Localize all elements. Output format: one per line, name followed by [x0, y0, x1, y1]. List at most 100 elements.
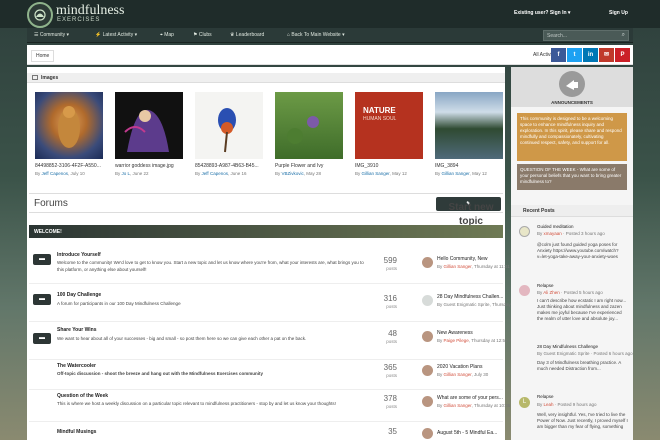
last-post-title[interactable]: August 5th - 5 Mindful Ea... — [437, 430, 497, 436]
image-caption[interactable]: IMG_3894 — [435, 163, 513, 169]
forum-row[interactable]: The Watercooler Off-topic discussion - s… — [29, 360, 503, 390]
forum-title[interactable]: Introduce Yourself — [57, 252, 101, 258]
gallery-image-6[interactable] — [435, 92, 503, 159]
post-count-label: posts — [386, 404, 397, 409]
buddha-statue-icon — [58, 106, 80, 148]
start-new-topic-button[interactable]: ✎ Start new topic — [436, 197, 501, 227]
avatar[interactable] — [519, 226, 530, 237]
gallery-image-4[interactable] — [275, 92, 343, 159]
forums-title: Forums — [34, 198, 68, 209]
image-caption[interactable]: IMG_3910 — [355, 163, 433, 169]
image-author[interactable]: Jeff Capenos — [42, 171, 68, 176]
image-caption[interactable]: Purple Flower and Ivy — [275, 163, 353, 169]
last-post-title[interactable]: New Awareness — [437, 330, 473, 336]
last-post-author[interactable]: Guest Enigmatic Sprite — [444, 302, 490, 307]
forum-row[interactable]: Question of the Week This is where we ho… — [29, 390, 518, 422]
nav-back-to-main[interactable]: ⌂ Back To Main Website ▾ — [287, 32, 345, 38]
twitter-icon[interactable]: t — [567, 48, 582, 62]
last-post-meta: By Gillian Sanger, July 30 — [437, 372, 489, 377]
avatar[interactable] — [519, 285, 530, 296]
post-count-label: posts — [386, 304, 397, 309]
main-nav: ☰ Community ▾ ⚡ Latest Activity ▾ ⌖ Map … — [27, 28, 633, 43]
announcement-question-of-week[interactable]: QUESTION OF THE WEEK - What are some of … — [517, 164, 627, 190]
recent-post-title[interactable]: Relapse — [537, 283, 554, 288]
forum-category-welcome[interactable]: WELCOME! — [29, 225, 503, 238]
avatar[interactable] — [422, 257, 433, 268]
forum-row[interactable]: Mindful Musings 35 August 5th - 5 Mindfu… — [29, 422, 503, 440]
nav-clubs[interactable]: ⚑ Clubs — [193, 32, 212, 38]
avatar[interactable] — [422, 428, 433, 439]
recent-post-excerpt: @colm just found guided yoga poses for A… — [537, 242, 619, 259]
last-post-author[interactable]: Gillian Sanger — [444, 264, 472, 269]
forum-title[interactable]: Share Your Wins — [57, 327, 97, 333]
last-post-author[interactable]: Gillian Sanger — [444, 403, 472, 408]
last-post-title[interactable]: 28 Day Mindfulness Challen... — [437, 294, 503, 300]
forum-title[interactable]: The Watercooler — [57, 363, 96, 369]
announcement-community[interactable]: This community is designed to be a welco… — [517, 113, 627, 161]
forum-title[interactable]: Question of the Week — [57, 393, 108, 399]
last-post-date: , Thursday at 12:51 AM — [468, 338, 516, 343]
logo[interactable] — [27, 2, 53, 28]
image-caption[interactable]: 84498852-3106-4F2F-A550... — [35, 163, 113, 169]
gallery-image-5[interactable]: NATURE HUMAN SOUL — [355, 92, 423, 159]
image-author[interactable]: Gillian Sanger — [362, 171, 390, 176]
image-caption[interactable]: 85428893-A987-4B63-B45... — [195, 163, 273, 169]
image-author[interactable]: Jeff Capenos — [202, 171, 228, 176]
forum-description: A forum for participants in our 100 Day … — [57, 301, 181, 306]
recent-post-author[interactable]: Ali Zhen — [543, 290, 560, 295]
last-post-title[interactable]: What are some of your pers... — [437, 395, 503, 401]
last-post-meta: By Gillian Sanger, Thursday at 11:31 AM — [437, 264, 518, 269]
recent-post-title[interactable]: Guided meditation — [537, 224, 574, 229]
avatar[interactable] — [422, 365, 433, 376]
image-caption[interactable]: warrior goddess image.jpg — [115, 163, 193, 169]
gallery-image-1[interactable] — [35, 92, 103, 159]
recent-post-author[interactable]: Guest Enigmatic Sprite — [544, 351, 590, 356]
pinterest-icon[interactable]: P — [615, 48, 630, 62]
forum-row[interactable]: ▬ Share Your Wins We want to hear about … — [29, 322, 515, 360]
nav-latest-activity[interactable]: ⚡ Latest Activity ▾ — [95, 32, 137, 38]
nav-leaderboard[interactable]: ♛ Leaderboard — [230, 32, 264, 38]
image-icon — [32, 75, 38, 80]
avatar[interactable] — [422, 331, 433, 342]
avatar[interactable] — [422, 396, 433, 407]
image-author[interactable]: VBZivkovic — [282, 171, 304, 176]
nav-map[interactable]: ⌖ Map — [160, 32, 174, 38]
sign-up-link[interactable]: Sign Up — [609, 10, 628, 16]
bird-painting-icon — [218, 108, 236, 153]
image-author[interactable]: Jo L — [122, 171, 131, 176]
forum-title[interactable]: 100 Day Challenge — [57, 292, 101, 298]
recent-post-time: · Posted 3 hours ago — [561, 231, 605, 236]
linkedin-icon[interactable]: in — [583, 48, 598, 62]
recent-post-excerpt: I can't describe how ecstatic I am right… — [537, 298, 627, 321]
last-post-author[interactable]: Gillian Sanger — [444, 372, 472, 377]
avatar[interactable]: L — [519, 397, 530, 408]
facebook-icon[interactable]: f — [551, 48, 566, 62]
category-title: WELCOME! — [34, 229, 62, 235]
breadcrumb-home[interactable]: Home — [31, 50, 55, 62]
image-author[interactable]: Gillian Sanger — [442, 171, 470, 176]
search-input[interactable]: Search... ⌕ — [543, 30, 629, 41]
recent-post-author[interactable]: xmayaan — [544, 231, 562, 236]
forum-title[interactable]: Mindful Musings — [57, 429, 96, 435]
gallery-image-2[interactable] — [115, 92, 183, 159]
avatar[interactable] — [422, 295, 433, 306]
forum-row[interactable]: ▬ Introduce Yourself Welcome to the comm… — [29, 246, 518, 284]
last-post-title[interactable]: 2020 Vacation Plans — [437, 364, 483, 370]
nav-community[interactable]: ☰ Community ▾ — [34, 32, 69, 38]
last-post-title[interactable]: Hello Community, New — [437, 256, 487, 262]
last-post-author[interactable]: Paige Pilege — [444, 338, 469, 343]
recent-post-title[interactable]: Relapse — [537, 394, 554, 399]
recent-post-author[interactable]: Leah — [544, 402, 554, 407]
recent-post-title[interactable]: 28 Day Mindfulness Challenge — [537, 344, 598, 349]
forum-row[interactable]: ▬ 100 Day Challenge A forum for particip… — [29, 284, 536, 322]
sign-in-link[interactable]: Existing user? Sign In ▾ — [514, 10, 570, 16]
post-count: 48 — [388, 329, 397, 338]
search-icon[interactable]: ⌕ — [622, 32, 625, 39]
last-post-date: , July 30 — [471, 372, 489, 377]
email-icon[interactable]: ✉ — [599, 48, 614, 62]
nav-leaderboard-label: Leaderboard — [235, 32, 265, 38]
forum-description: This is where we host a weekly discussio… — [57, 401, 336, 406]
gallery-image-3[interactable] — [195, 92, 263, 159]
post-count: 365 — [383, 363, 397, 372]
goddess-illustration-icon — [124, 109, 169, 152]
